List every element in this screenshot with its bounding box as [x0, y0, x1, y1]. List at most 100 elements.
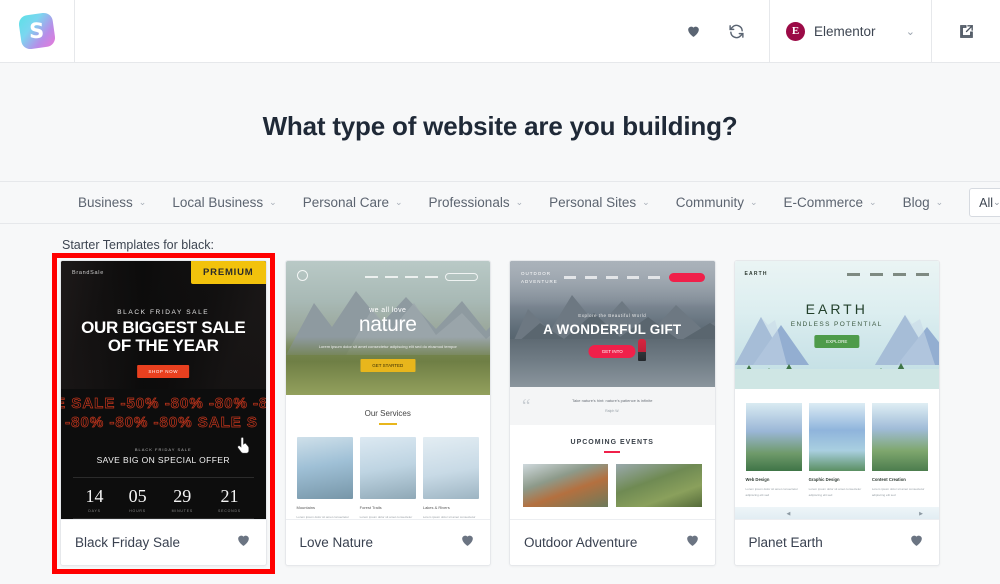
service-image — [745, 403, 802, 471]
template-preview[interactable]: OUTDOOR ADVENTURE Explore the Beautiful … — [510, 261, 715, 519]
type-select-value: All — [979, 195, 994, 210]
service-text: Lorem ipsum dolor sit amet consectetur — [296, 515, 350, 519]
logo-cell[interactable]: S — [0, 0, 75, 62]
template-card[interactable]: EARTH EARTH ENDLESS POTENTIAL EXPLORE We… — [733, 260, 940, 566]
preview-hero: we all love nature Lorem ipsum dolor sit… — [285, 261, 490, 395]
template-title: Planet Earth — [748, 535, 823, 550]
preview-service-grid: Mountains Lorem ipsum dolor sit amet con… — [286, 425, 491, 519]
template-preview[interactable]: EARTH EARTH ENDLESS POTENTIAL EXPLORE We… — [734, 261, 939, 519]
nav-cta-button — [668, 273, 705, 282]
hand-pointer-cursor — [236, 436, 251, 459]
service-title: Content Creation — [871, 477, 906, 482]
template-grid: PREMIUM BrandSale BLACK FRIDAY SALE OUR … — [0, 253, 1000, 574]
preview-love-nature: we all love nature Lorem ipsum dolor sit… — [285, 261, 491, 519]
starter-templates-logo-icon: S — [17, 11, 57, 51]
service-card: Forest Trails Lorem ipsum dolor sit amet… — [359, 437, 416, 519]
preview-hero: OUTDOOR ADVENTURE Explore the Beautiful … — [510, 261, 715, 387]
preview-black-friday: BrandSale BLACK FRIDAY SALE OUR BIGGEST … — [61, 261, 266, 519]
service-text: Lorem ipsum dolor sit amet consectetur a… — [808, 487, 862, 498]
heart-icon[interactable] — [459, 532, 476, 553]
template-preview[interactable]: we all love nature Lorem ipsum dolor sit… — [285, 261, 491, 519]
filter-professionals[interactable]: Professionals ⌄ — [429, 195, 524, 210]
section-title: UPCOMING EVENTS — [570, 439, 654, 446]
countdown-value: 21 — [220, 485, 239, 506]
main-content: What type of website are you building? B… — [0, 63, 1000, 574]
premium-badge: PREMIUM — [191, 261, 266, 284]
filter-local-business[interactable]: Local Business ⌄ — [172, 195, 276, 210]
sync-icon[interactable] — [728, 23, 745, 40]
preview-kicker: BLACK FRIDAY SALE — [117, 309, 210, 316]
chevron-down-icon: ⌄ — [935, 197, 944, 207]
heart-icon[interactable] — [684, 532, 701, 553]
preview-carousel-strip: ◀ ▶ — [734, 506, 939, 519]
chevron-down-icon: ⌄ — [993, 197, 1000, 207]
template-card-wrapper-outdoor-adventure: OUTDOOR ADVENTURE Explore the Beautiful … — [509, 260, 716, 566]
countdown-value: 14 — [85, 485, 104, 506]
filter-business[interactable]: Business ⌄ — [78, 195, 146, 210]
preview-heading-line2: OF THE YEAR — [107, 336, 219, 356]
preview-planet-earth: EARTH EARTH ENDLESS POTENTIAL EXPLORE We… — [734, 261, 939, 519]
filter-label: Local Business — [172, 195, 264, 210]
filter-e-commerce[interactable]: E-Commerce ⌄ — [784, 195, 877, 210]
mountain-illustration — [734, 315, 939, 365]
preview-nav — [847, 273, 929, 276]
filter-personal-sites[interactable]: Personal Sites ⌄ — [549, 195, 650, 210]
logo-line-1: OUTDOOR — [521, 271, 551, 276]
service-title: Lakes & Rivers — [422, 505, 450, 510]
app-header: S E Elementor ⌄ — [0, 0, 1000, 63]
filter-label: Professionals — [428, 195, 510, 210]
results-label: Starter Templates for black: — [62, 238, 214, 252]
preview-nav — [563, 273, 705, 282]
quote-text: Take nature's hint: nature's patience is… — [572, 398, 653, 403]
countdown-value: 29 — [173, 485, 192, 506]
type-select[interactable]: All ⌄ — [969, 188, 1000, 217]
countdown-unit: 05 HOURS — [129, 487, 147, 513]
template-card-wrapper-love-nature: we all love nature Lorem ipsum dolor sit… — [284, 260, 491, 566]
nav-cta — [445, 273, 478, 281]
nav-item — [425, 275, 438, 279]
template-card[interactable]: PREMIUM BrandSale BLACK FRIDAY SALE OUR … — [60, 260, 267, 566]
chevron-down-icon: ⌄ — [515, 197, 524, 207]
service-card: Content Creation Lorem ipsum dolor sit a… — [871, 403, 929, 499]
filter-label: Personal Sites — [549, 195, 637, 210]
preview-subheading: SAVE BIG ON SPECIAL OFFER — [96, 455, 230, 465]
chevron-down-icon: ⌄ — [905, 25, 915, 38]
preview-offer-block: BLACK FRIDAY SALE SAVE BIG ON SPECIAL OF… — [61, 439, 266, 475]
template-title: Love Nature — [299, 535, 374, 550]
preview-event-grid — [510, 453, 715, 507]
template-card-wrapper-planet-earth: EARTH EARTH ENDLESS POTENTIAL EXPLORE We… — [733, 260, 940, 566]
marquee-line-1: LE SALE -50% -80% -80% -80% — [61, 395, 266, 413]
preview-cta: GET STARTED — [360, 359, 416, 372]
preview-heading: nature — [358, 313, 417, 336]
chevron-right-icon: ▶ — [919, 510, 923, 517]
external-link-button[interactable] — [932, 0, 1000, 62]
nav-item — [626, 276, 639, 279]
logo-line-2: ADVENTURE — [521, 279, 558, 285]
countdown-unit: 21 SECONDS — [218, 487, 241, 513]
nav-item — [893, 273, 906, 276]
preview-heading: A WONDERFUL GIFT — [543, 322, 682, 337]
lake-illustration — [734, 369, 939, 389]
template-title: Outdoor Adventure — [524, 535, 638, 550]
preview-cta: SHOP NOW — [137, 365, 190, 378]
filter-blog[interactable]: Blog ⌄ — [903, 195, 944, 210]
category-filter-bar: Business ⌄ Local Business ⌄ Personal Car… — [0, 181, 1000, 224]
nav-item — [365, 275, 378, 279]
preview-nav — [365, 273, 478, 281]
service-title: Forest Trails — [359, 505, 382, 510]
page-builder-selector[interactable]: E Elementor ⌄ — [769, 0, 932, 62]
service-title: Graphic Design — [808, 477, 840, 482]
template-card[interactable]: we all love nature Lorem ipsum dolor sit… — [284, 260, 491, 566]
favorites-icon[interactable] — [685, 23, 702, 39]
elementor-badge-icon: E — [786, 21, 805, 41]
filter-personal-care[interactable]: Personal Care ⌄ — [303, 195, 403, 210]
filter-community[interactable]: Community ⌄ — [676, 195, 758, 210]
heart-icon[interactable] — [908, 532, 925, 553]
template-card[interactable]: OUTDOOR ADVENTURE Explore the Beautiful … — [509, 260, 716, 566]
service-image — [422, 437, 480, 499]
filter-label: Business — [78, 195, 133, 210]
preview-services: Our Services — [286, 395, 491, 425]
template-preview[interactable]: PREMIUM BrandSale BLACK FRIDAY SALE OUR … — [61, 261, 266, 519]
nav-item — [605, 276, 618, 279]
heart-icon[interactable] — [235, 532, 252, 553]
